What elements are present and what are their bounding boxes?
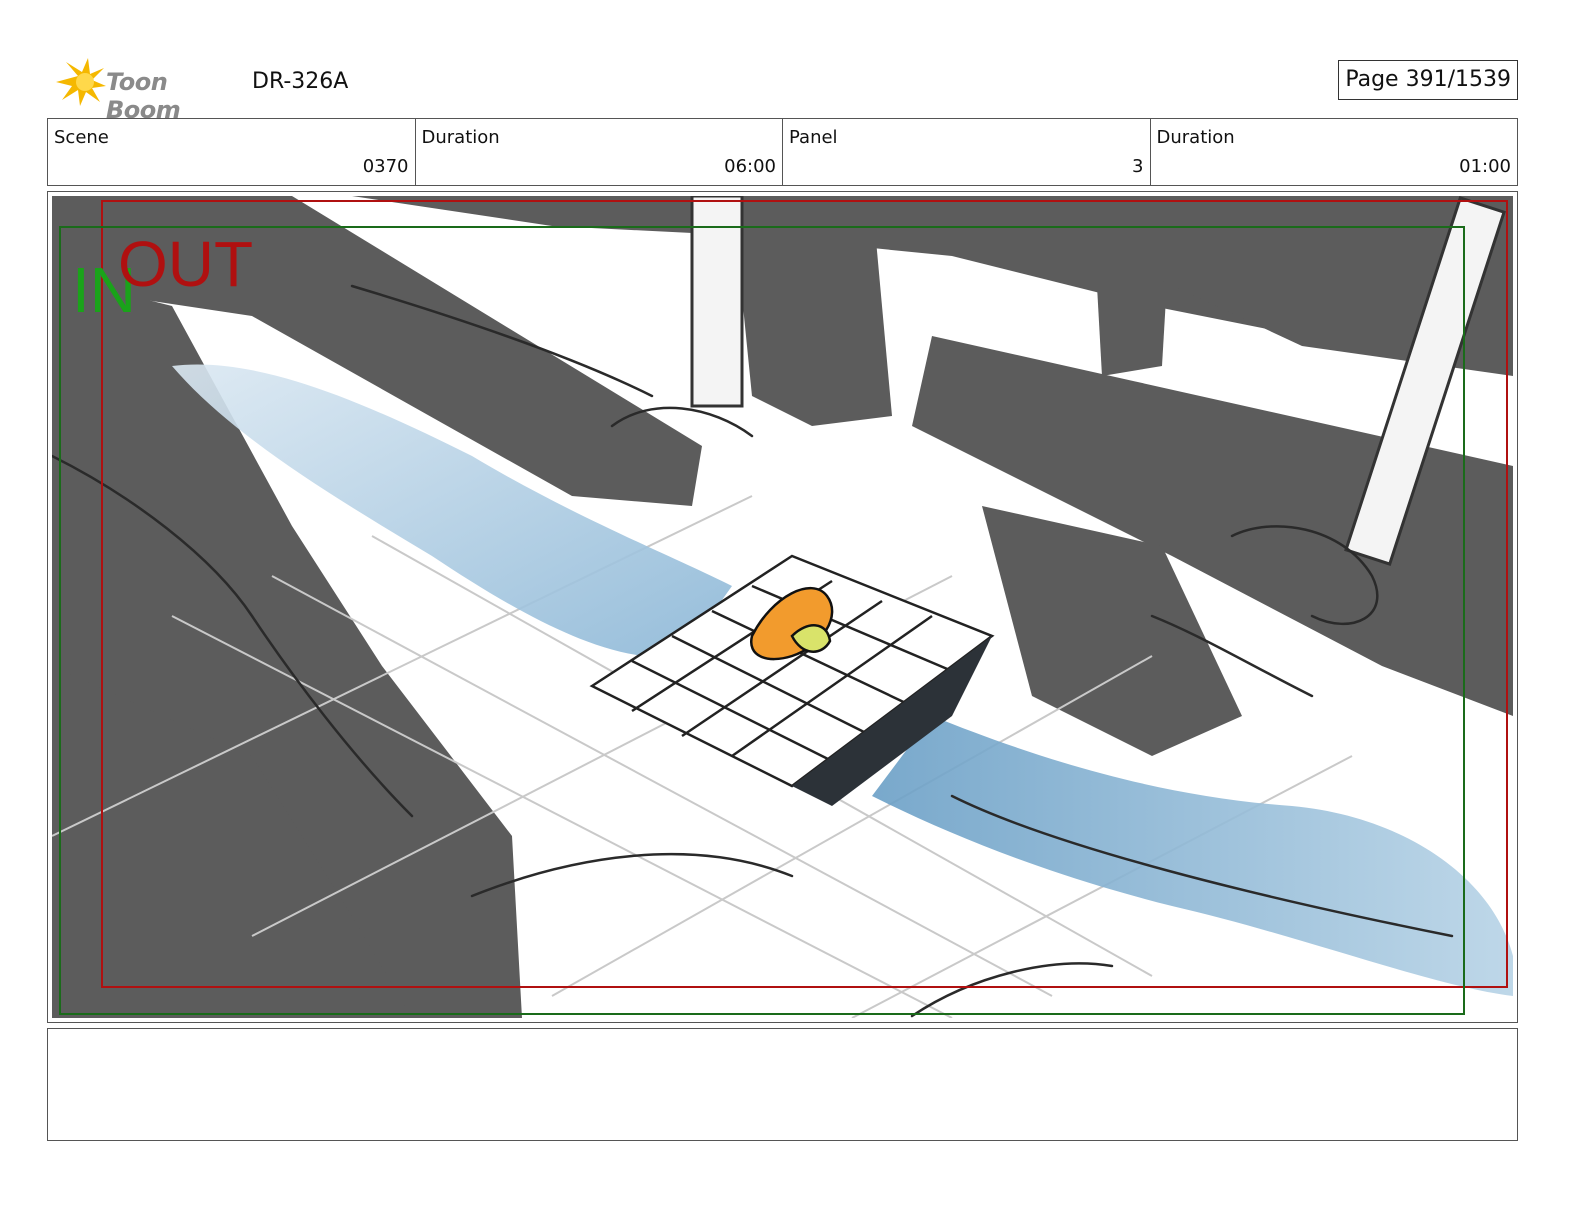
page-label: Page xyxy=(1345,67,1399,92)
sketch-image: IN OUT xyxy=(52,196,1513,1018)
toon-boom-logo: Toon Boom xyxy=(52,58,242,124)
scene-cell: Scene 0370 xyxy=(48,119,416,185)
sunburst-icon xyxy=(56,58,106,106)
page-header: Toon Boom DR-326A Page 391/1539 xyxy=(48,56,1518,124)
panel-value: 3 xyxy=(1132,156,1144,177)
document-id: DR-326A xyxy=(252,69,349,94)
panel-label: Panel xyxy=(789,127,838,148)
scene-duration-cell: Duration 06:00 xyxy=(416,119,783,185)
panel-cell: Panel 3 xyxy=(783,119,1151,185)
out-marker: OUT xyxy=(118,228,253,300)
scene-label: Scene xyxy=(54,127,109,148)
scene-value: 0370 xyxy=(362,156,409,177)
panel-duration-cell: Duration 01:00 xyxy=(1151,119,1518,185)
panel-drawing: IN OUT xyxy=(52,196,1513,1018)
page-indicator: Page 391/1539 xyxy=(1338,60,1518,100)
storyboard-panel: IN OUT xyxy=(47,191,1518,1023)
panel-duration-label: Duration xyxy=(1156,127,1235,148)
logo-wordmark: Toon Boom xyxy=(106,68,181,124)
scene-duration-value: 06:00 xyxy=(724,156,776,177)
scene-duration-label: Duration xyxy=(421,127,500,148)
panel-duration-value: 01:00 xyxy=(1459,156,1511,177)
panel-notes-box xyxy=(47,1028,1518,1141)
page-number: 391/1539 xyxy=(1405,67,1511,92)
scene-info-row: Scene 0370 Duration 06:00 Panel 3 Durati… xyxy=(47,118,1518,186)
